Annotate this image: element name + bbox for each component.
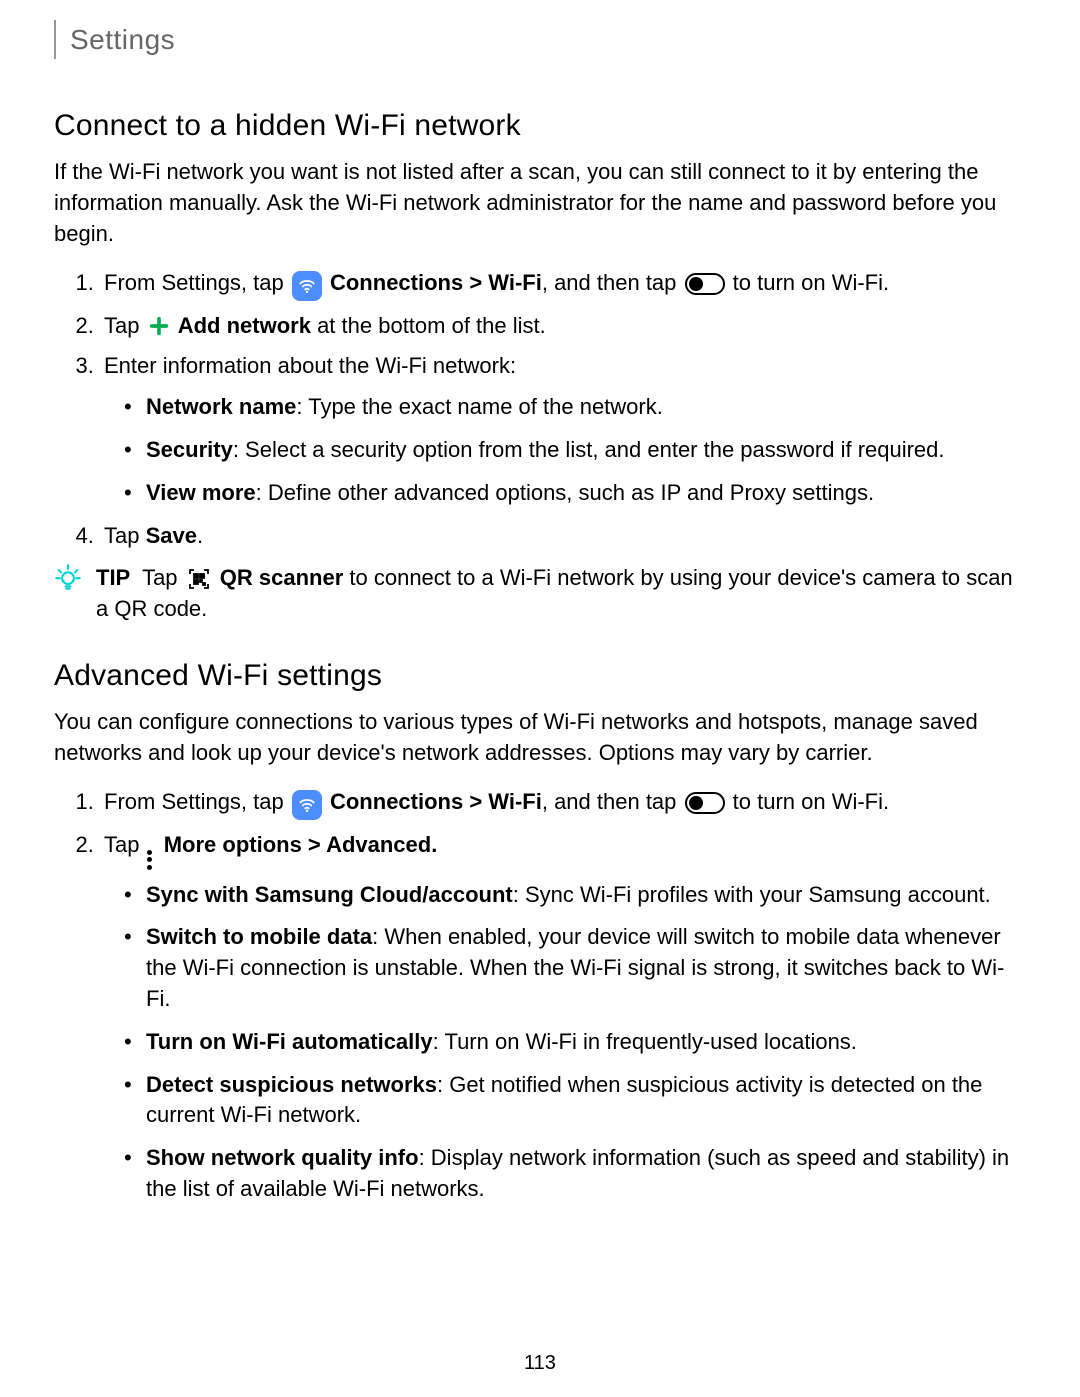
toggle-off-icon — [685, 792, 725, 814]
document-page: Settings Connect to a hidden Wi-Fi netwo… — [0, 0, 1080, 1397]
bullet-bold: Detect suspicious networks — [146, 1072, 437, 1097]
step-text: . — [197, 523, 203, 548]
step-item: Tap Add network at the bottom of the lis… — [100, 311, 1026, 342]
bullet-bold: Security — [146, 437, 233, 462]
step-text: Tap — [104, 832, 146, 857]
lightbulb-icon — [54, 563, 82, 591]
step-text: , and then tap — [542, 270, 683, 295]
bullet-item: Turn on Wi-Fi automatically: Turn on Wi-… — [142, 1027, 1026, 1058]
sub-bullets: Sync with Samsung Cloud/account: Sync Wi… — [104, 880, 1026, 1205]
section-intro: If the Wi-Fi network you want is not lis… — [54, 157, 1026, 249]
ordered-steps-hidden-wifi: From Settings, tap Connections > Wi-Fi, … — [54, 268, 1026, 552]
bullet-bold: Switch to mobile data — [146, 924, 372, 949]
bullet-item: View more: Define other advanced options… — [142, 478, 1026, 509]
bullet-text: : Sync Wi-Fi profiles with your Samsung … — [513, 882, 991, 907]
step-bold: Save — [146, 523, 197, 548]
step-text: , and then tap — [542, 789, 683, 814]
section-heading-hidden-wifi: Connect to a hidden Wi-Fi network — [54, 105, 1026, 147]
step-text: Tap — [104, 313, 146, 338]
tip-label: TIP — [96, 565, 130, 590]
step-item: Enter information about the Wi-Fi networ… — [100, 351, 1026, 508]
step-bold: Add network — [178, 313, 311, 338]
step-text: From Settings, tap — [104, 270, 290, 295]
step-text: Enter information about the Wi-Fi networ… — [104, 353, 516, 378]
bullet-text: : Turn on Wi-Fi in frequently-used locat… — [433, 1029, 857, 1054]
bullet-text: : Type the exact name of the network. — [296, 394, 662, 419]
bullet-item: Show network quality info: Display netwo… — [142, 1143, 1026, 1205]
bullet-item: Network name: Type the exact name of the… — [142, 392, 1026, 423]
section-intro: You can configure connections to various… — [54, 707, 1026, 769]
step-bold: Connections > Wi-Fi — [330, 270, 542, 295]
step-text: at the bottom of the list. — [311, 313, 546, 338]
step-item: Tap More options > Advanced. Sync with S… — [100, 830, 1026, 1205]
bullet-item: Sync with Samsung Cloud/account: Sync Wi… — [142, 880, 1026, 911]
bullet-item: Switch to mobile data: When enabled, you… — [142, 922, 1026, 1014]
tip-block: TIP Tap QR scanner to connect to a Wi-Fi… — [54, 563, 1026, 625]
wifi-icon — [292, 271, 322, 301]
plus-icon — [147, 314, 171, 338]
step-bold: More options > Advanced. — [164, 832, 438, 857]
bullet-bold: Network name — [146, 394, 296, 419]
page-header: Settings — [54, 20, 1026, 59]
step-item: Tap Save. — [100, 521, 1026, 552]
more-options-icon — [147, 850, 155, 870]
step-text: to turn on Wi-Fi. — [733, 270, 889, 295]
tip-text-block: TIP Tap QR scanner to connect to a Wi-Fi… — [96, 563, 1026, 625]
bullet-text: : Select a security option from the list… — [233, 437, 945, 462]
toggle-off-icon — [685, 273, 725, 295]
step-text: From Settings, tap — [104, 789, 290, 814]
ordered-steps-advanced-wifi: From Settings, tap Connections > Wi-Fi, … — [54, 787, 1026, 1205]
tip-bold: QR scanner — [220, 565, 344, 590]
tip-text: Tap — [142, 565, 184, 590]
qr-scanner-icon — [186, 566, 212, 592]
bullet-item: Detect suspicious networks: Get notified… — [142, 1070, 1026, 1132]
bullet-bold: Turn on Wi-Fi automatically — [146, 1029, 433, 1054]
bullet-bold: View more — [146, 480, 256, 505]
section-heading-advanced-wifi: Advanced Wi-Fi settings — [54, 655, 1026, 697]
sub-bullets: Network name: Type the exact name of the… — [104, 392, 1026, 508]
page-number: 113 — [0, 1349, 1080, 1377]
bullet-bold: Show network quality info — [146, 1145, 419, 1170]
step-item: From Settings, tap Connections > Wi-Fi, … — [100, 787, 1026, 820]
bullet-item: Security: Select a security option from … — [142, 435, 1026, 466]
bullet-text: : Define other advanced options, such as… — [256, 480, 874, 505]
step-text: to turn on Wi-Fi. — [733, 789, 889, 814]
bullet-bold: Sync with Samsung Cloud/account — [146, 882, 513, 907]
step-text: Tap — [104, 523, 146, 548]
step-bold: Connections > Wi-Fi — [330, 789, 542, 814]
wifi-icon — [292, 790, 322, 820]
step-item: From Settings, tap Connections > Wi-Fi, … — [100, 268, 1026, 301]
